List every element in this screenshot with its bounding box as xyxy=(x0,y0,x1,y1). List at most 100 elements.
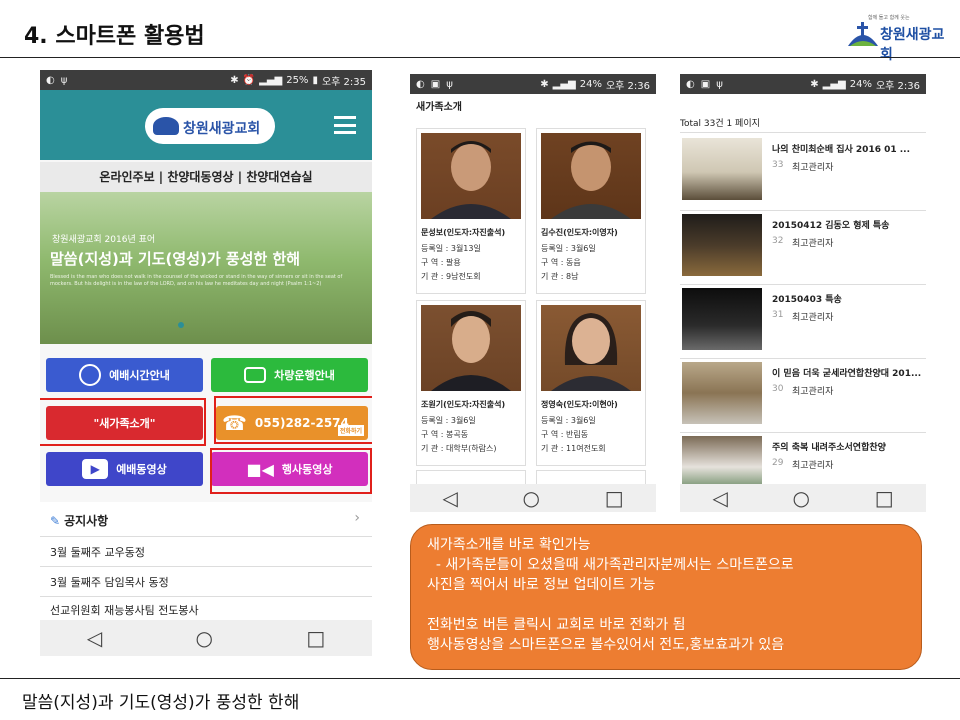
notice-item[interactable]: 선교위원회 재능봉사팀 전도봉사 xyxy=(50,602,199,618)
notice-board: ✎ 공지사항 › 3월 둘째주 교우동정 3월 둘째주 담임목사 동정 선교위원회… xyxy=(40,502,372,620)
member-photo xyxy=(541,133,641,219)
app-icon: ◐ xyxy=(46,74,55,86)
site-logo[interactable]: 창원새광교회 xyxy=(145,108,275,144)
image-icon: ▣ xyxy=(430,78,441,90)
divider xyxy=(40,536,372,537)
battery-percent: 24% xyxy=(849,78,872,90)
status-bar: ◐ ▣ ψ ✱ ▂▄▆ 24% 오후 2:36 xyxy=(680,74,926,94)
battery-icon: ▮ xyxy=(312,74,318,86)
highlight-event-video xyxy=(210,448,372,494)
member-area: 구 역 : 봉곡동 xyxy=(421,430,469,439)
person-photo-icon xyxy=(551,141,631,219)
video-number: 30 xyxy=(772,384,784,394)
pin-icon: ✎ xyxy=(50,514,61,528)
status-time: 오후 2:35 xyxy=(321,76,366,88)
back-icon[interactable]: ◁ xyxy=(712,486,727,510)
member-photo xyxy=(421,305,521,391)
slide-footer: 말씀(지성)과 기도(영성)가 풍성한 한해 xyxy=(22,693,300,713)
member-card[interactable]: 문성보(인도자:자진출석) 등록일 : 3월13일 구 역 : 팔용 기 관 :… xyxy=(416,128,526,294)
member-card[interactable]: 조원기(인도자:자진출석) 등록일 : 3월6일 구 역 : 봉곡동 기 관 :… xyxy=(416,300,526,466)
video-thumbnail xyxy=(682,138,762,200)
recents-icon[interactable]: □ xyxy=(875,486,894,510)
usb-icon: ψ xyxy=(716,78,723,90)
worship-time-label: 예배시간안내 xyxy=(109,369,170,382)
member-area: 구 역 : 반림동 xyxy=(541,430,589,439)
recents-icon[interactable]: □ xyxy=(306,626,325,650)
member-area: 구 역 : 동읍 xyxy=(541,258,581,267)
video-list-item[interactable]: 20150412 김동오 형제 특송 32 최고관리자 xyxy=(680,212,926,286)
bus-icon xyxy=(244,367,267,383)
banner-verse: Blessed is the man who does not walk in … xyxy=(50,274,343,287)
bluetooth-icon: ✱ xyxy=(540,78,549,90)
member-photo xyxy=(421,133,521,219)
member-reg-date: 등록일 : 3월6일 xyxy=(541,416,596,425)
callout-line: 새가족소개를 바로 확인가능 xyxy=(427,537,591,553)
video-number: 33 xyxy=(772,160,784,170)
video-title: 20150412 김동오 형제 특송 xyxy=(772,221,890,231)
worship-time-button[interactable]: 예배시간안내 xyxy=(46,358,203,392)
callout-line: 사진을 찍어서 바로 정보 업데이트 가능 xyxy=(427,577,656,593)
notice-item[interactable]: 3월 둘째주 교우동정 xyxy=(50,544,145,560)
phone-screenshot-new-family: ◐ ▣ ψ ✱ ▂▄▆ 24% 오후 2:36 새가족소개 문성보(인도자:자진출석… xyxy=(410,74,656,512)
chevron-right-icon[interactable]: › xyxy=(354,510,360,526)
phone-screenshot-home: ◐ ψ ✱ ⏰ ▂▄▆ 25% ▮ 오후 2:35 창원새광교회 온라인주보 | … xyxy=(40,70,372,656)
carousel-indicator[interactable] xyxy=(178,322,184,328)
vehicle-button[interactable]: 차량운행안내 xyxy=(211,358,368,392)
status-bar: ◐ ▣ ψ ✱ ▂▄▆ 24% 오후 2:36 xyxy=(410,74,656,94)
image-icon: ▣ xyxy=(700,78,711,90)
person-photo-icon xyxy=(431,141,511,219)
hamburger-menu-icon[interactable] xyxy=(334,116,356,134)
vehicle-label: 차량운행안내 xyxy=(274,369,335,382)
video-title: 주의 축복 내려주소서연합찬양 xyxy=(772,443,886,453)
motto-banner[interactable]: 창원새광교회 2016년 표어 말씀(지성)과 기도(영성)가 풍성한 한해 B… xyxy=(40,192,372,344)
video-author: 최고관리자 xyxy=(792,239,834,249)
top-divider xyxy=(0,57,960,58)
back-icon[interactable]: ◁ xyxy=(87,626,102,650)
callout-line: - 새가족분들이 오셨을때 새가족관리자분께서는 스마트폰으로 xyxy=(427,557,794,573)
member-photo xyxy=(541,305,641,391)
divider xyxy=(680,432,926,433)
battery-percent: 24% xyxy=(579,78,602,90)
home-icon[interactable]: ○ xyxy=(793,486,810,510)
home-icon[interactable]: ○ xyxy=(523,486,540,510)
status-bar: ◐ ψ ✱ ⏰ ▂▄▆ 25% ▮ 오후 2:35 xyxy=(40,70,372,90)
recents-icon[interactable]: □ xyxy=(605,486,624,510)
member-reg-date: 등록일 : 3월13일 xyxy=(421,244,481,253)
banner-motto: 말씀(지성)과 기도(영성)가 풍성한 한해 xyxy=(50,250,301,268)
signal-icon: ▂▄▆ xyxy=(259,74,283,86)
video-author: 최고관리자 xyxy=(792,461,834,471)
highlight-phone xyxy=(214,396,372,444)
play-icon: ▶ xyxy=(82,459,109,479)
video-list-item[interactable]: 나의 찬미최순배 집사 2016 01 ... 33 최고관리자 xyxy=(680,136,926,210)
video-list-item[interactable]: 20150403 특송 31 최고관리자 xyxy=(680,286,926,360)
member-org: 기 관 : 9남전도회 xyxy=(421,272,481,281)
quick-links[interactable]: 온라인주보 | 찬양대동영상 | 찬양대연습실 xyxy=(40,162,372,192)
church-icon xyxy=(153,117,179,135)
member-name: 김수진(인도자:이영자) xyxy=(541,228,618,237)
member-card[interactable]: 김수진(인도자:이영자) 등록일 : 3월6일 구 역 : 동읍 기 관 : 8… xyxy=(536,128,646,294)
video-title: 나의 찬미최순배 집사 2016 01 ... xyxy=(772,145,911,155)
worship-video-button[interactable]: ▶ 예배동영상 xyxy=(46,452,203,486)
usb-icon: ψ xyxy=(446,78,453,90)
video-title: 20150403 특송 xyxy=(772,295,842,305)
highlight-new-family xyxy=(40,398,206,446)
page-title: 새가족소개 xyxy=(416,102,462,113)
android-nav-bar: ◁ ○ □ xyxy=(40,620,372,656)
notice-item[interactable]: 3월 둘째주 담임목사 동정 xyxy=(50,574,169,590)
member-org: 기 관 : 8남 xyxy=(541,272,579,281)
video-list-item[interactable]: 이 믿음 더욱 굳세라연합찬양대 201... 30 최고관리자 xyxy=(680,360,926,434)
divider xyxy=(680,358,926,359)
member-card[interactable]: 정영숙(인도자:이현아) 등록일 : 3월6일 구 역 : 반림동 기 관 : … xyxy=(536,300,646,466)
logo-name: 창원새광교회 xyxy=(880,27,945,63)
site-header: 창원새광교회 xyxy=(40,90,372,160)
back-icon[interactable]: ◁ xyxy=(442,486,457,510)
banner-subtitle: 창원새광교회 2016년 표어 xyxy=(52,235,156,245)
notice-heading[interactable]: ✎ 공지사항 xyxy=(50,512,108,529)
signal-icon: ▂▄▆ xyxy=(822,78,846,90)
callout-line xyxy=(427,595,921,615)
app-icon: ◐ xyxy=(686,78,695,90)
home-icon[interactable]: ○ xyxy=(196,626,213,650)
video-thumbnail xyxy=(682,288,762,350)
callout-line: 행사동영상을 스마트폰으로 볼수있어서 전도,홍보효과가 있음 xyxy=(427,637,785,653)
member-reg-date: 등록일 : 3월6일 xyxy=(421,416,476,425)
